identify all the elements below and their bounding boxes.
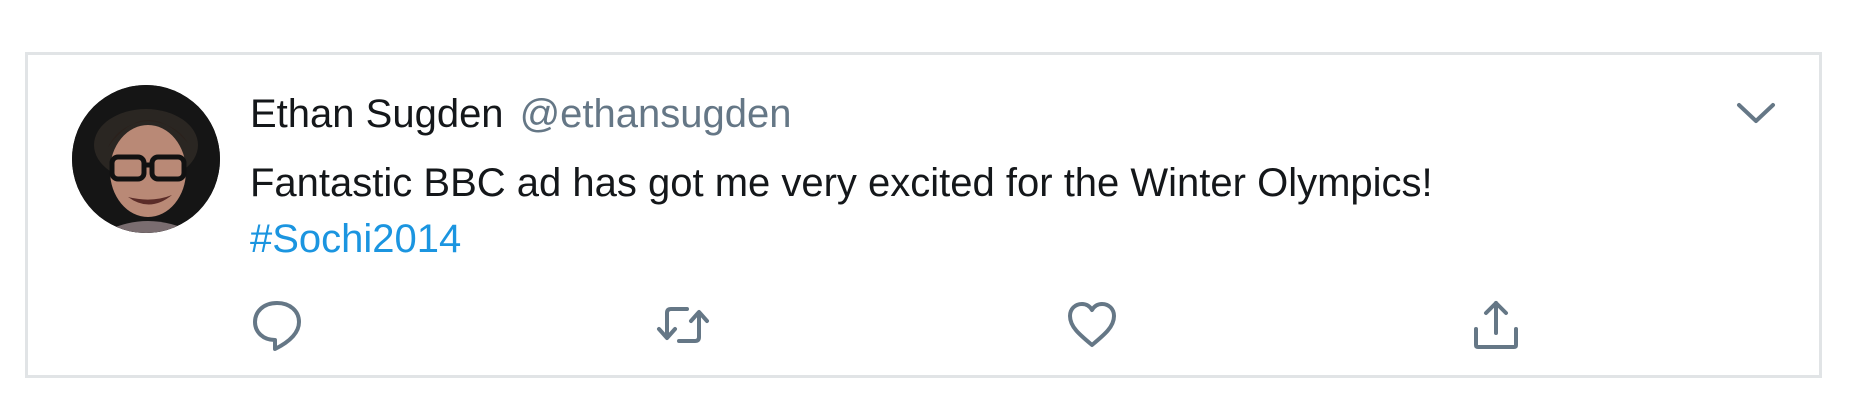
tweet-body: Fantastic BBC ad has got me very excited… — [250, 161, 1433, 205]
heart-icon — [1068, 302, 1116, 347]
hashtag-link[interactable]: #Sochi2014 — [250, 211, 461, 267]
reply-button[interactable] — [247, 295, 307, 355]
retweet-button[interactable] — [653, 295, 713, 355]
retweet-icon — [657, 307, 709, 343]
reply-icon — [253, 301, 301, 351]
chevron-down-icon[interactable] — [1735, 97, 1777, 131]
share-button[interactable] — [1466, 295, 1526, 355]
author-name[interactable]: Ethan Sugden — [250, 92, 504, 137]
avatar[interactable] — [72, 85, 220, 233]
like-button[interactable] — [1062, 295, 1122, 355]
tweet-text: Fantastic BBC ad has got me very excited… — [250, 155, 1700, 267]
share-icon — [1474, 301, 1518, 349]
author-handle[interactable]: @ethansugden — [520, 92, 792, 137]
tweet-header: Ethan Sugden @ethansugden — [250, 92, 792, 142]
